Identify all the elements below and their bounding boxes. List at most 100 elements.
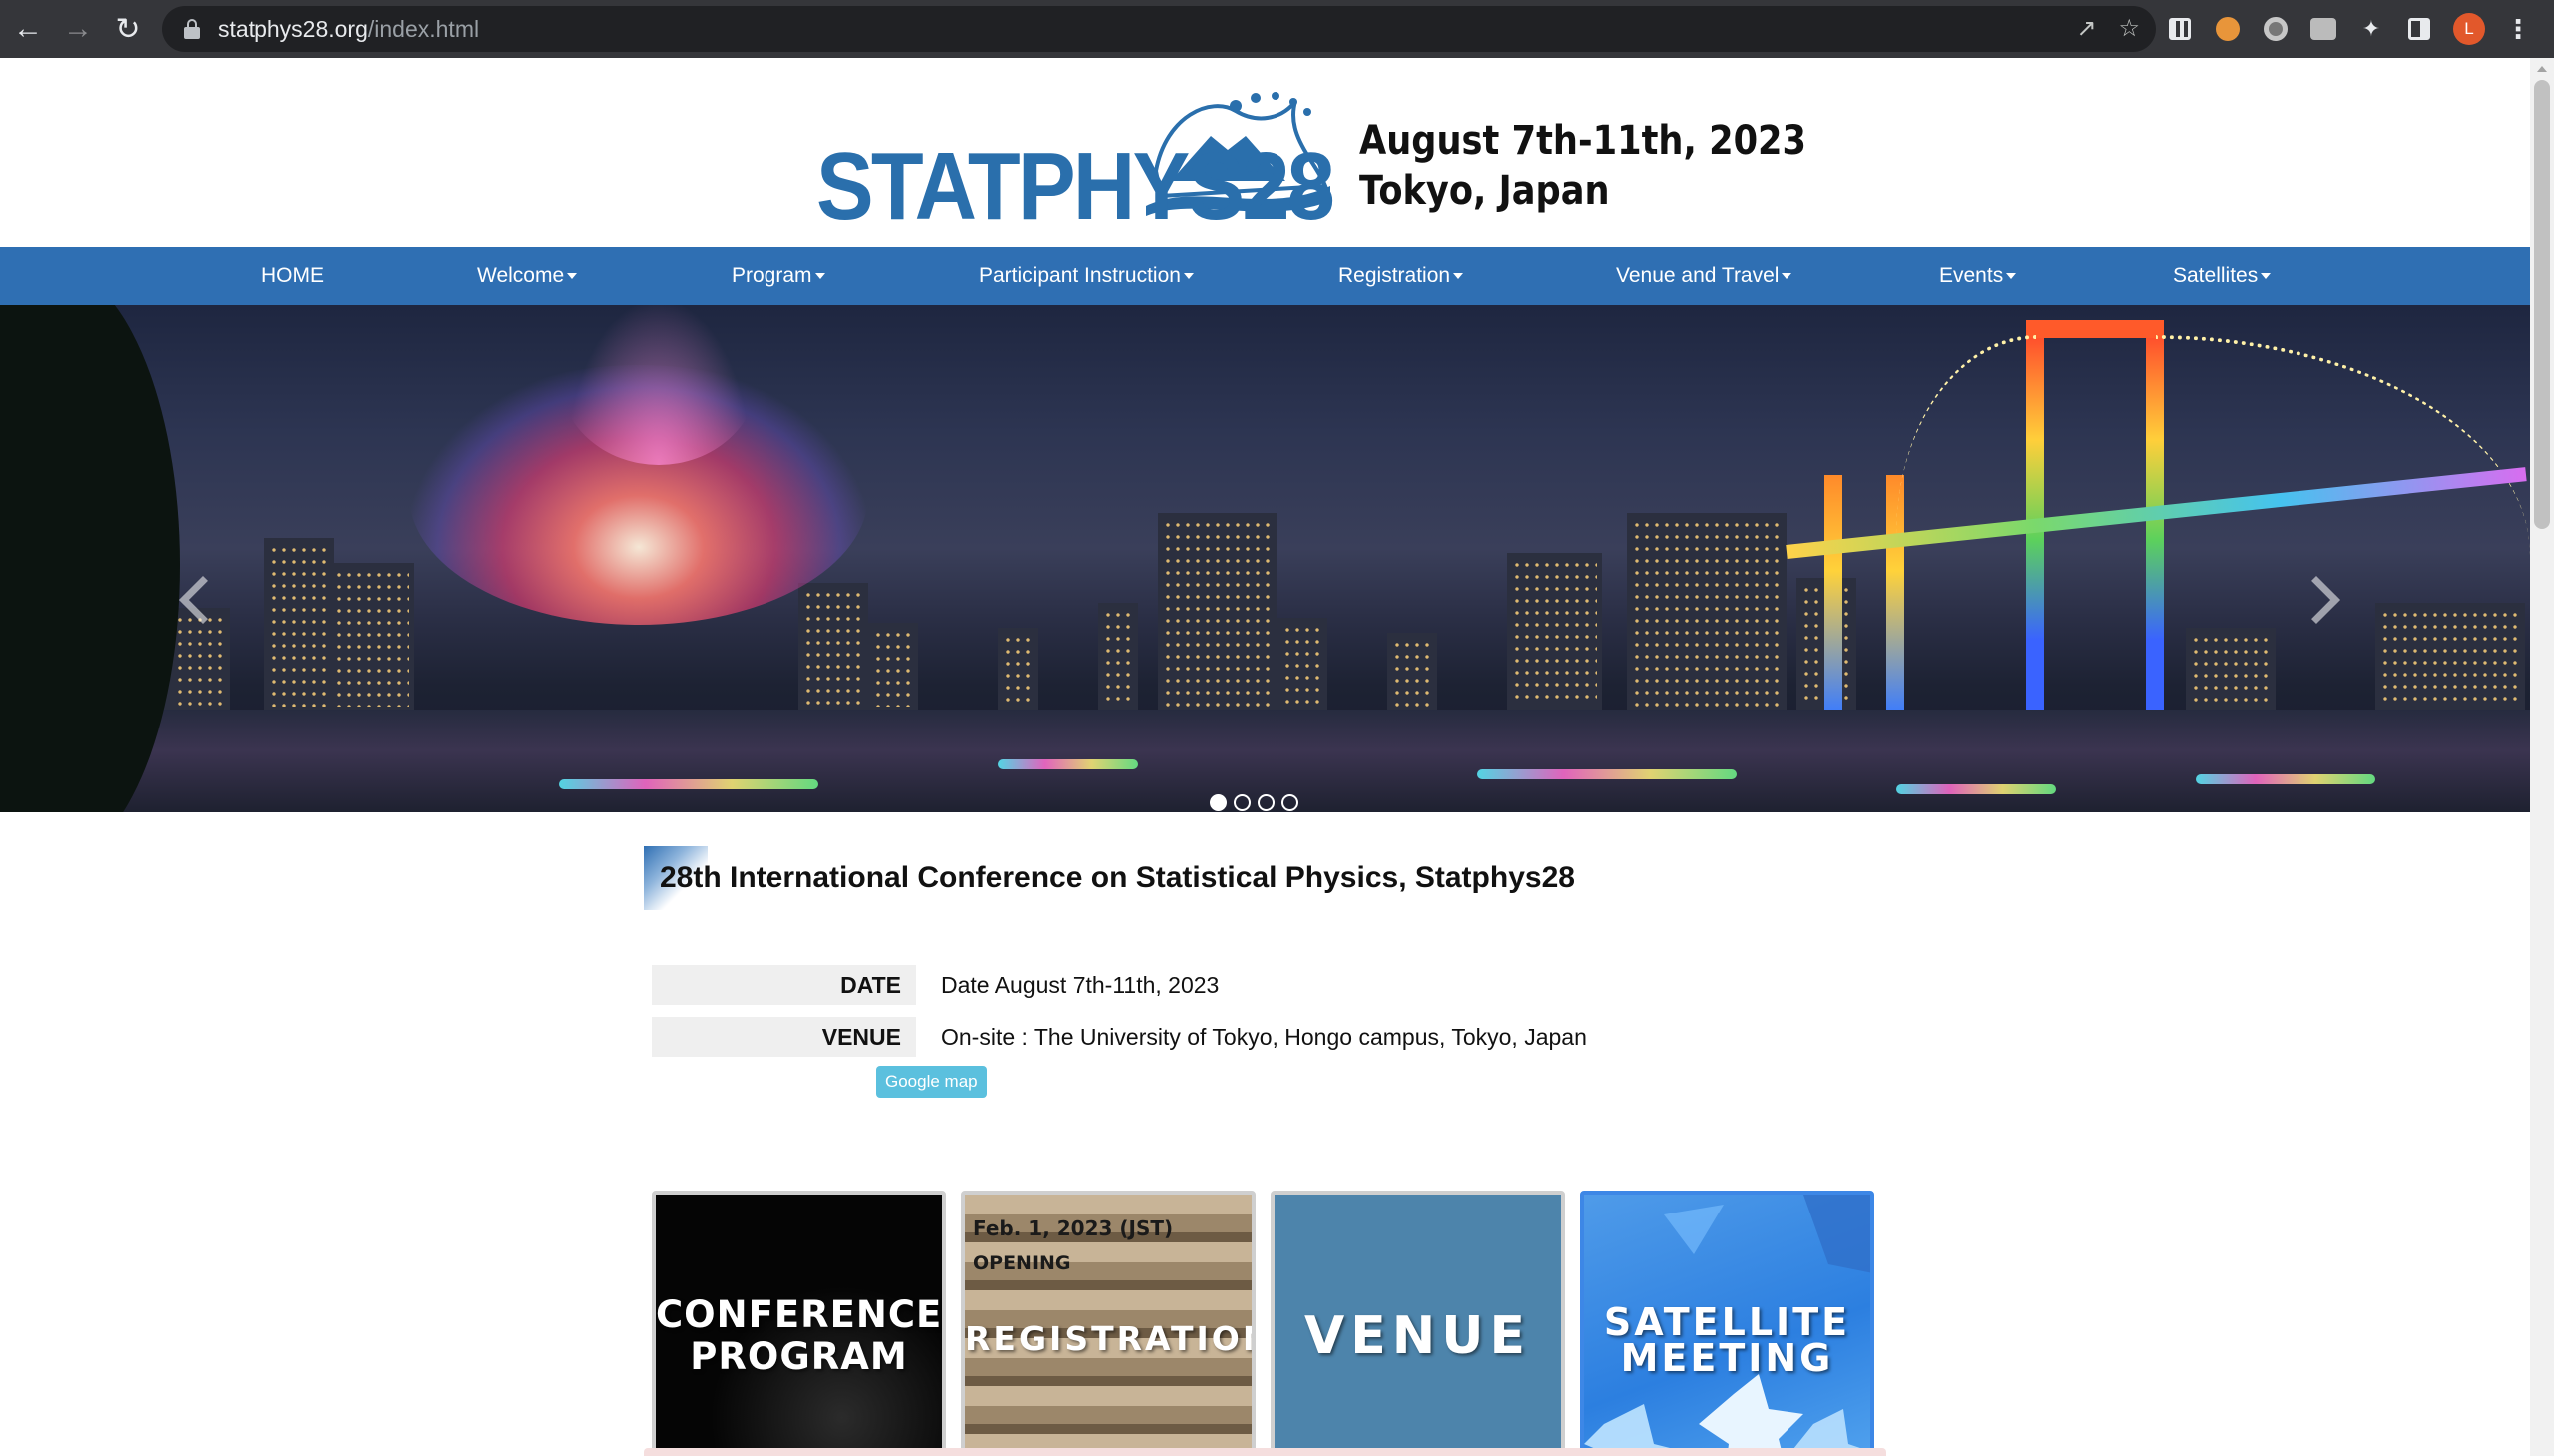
venue-tile-text: VENUE: [1303, 1306, 1532, 1366]
caret-down-icon: [1453, 273, 1464, 280]
date-label: DATE: [652, 965, 916, 1005]
next-section-edge: [644, 1448, 1886, 1456]
caret-down-icon: [1183, 273, 1194, 280]
nav-program-label: Program: [732, 264, 812, 287]
date-value: Date August 7th-11th, 2023: [941, 971, 1220, 998]
building: [2186, 628, 2276, 713]
lock-icon[interactable]: [184, 19, 200, 39]
bridge-cable: [1896, 335, 2036, 535]
url-host: statphys28.org: [218, 15, 368, 42]
browser-toolbar: ← → ↻ statphys28.org/index.html ↗ ☆ ✦ L …: [0, 0, 2554, 58]
building: [170, 608, 230, 713]
boat-lights: [2196, 774, 2375, 784]
statphys28-logo[interactable]: STATPHYS28: [816, 76, 1335, 240]
caret-down-icon: [1782, 273, 1792, 280]
program-tile-line1: CONFERENCE: [656, 1293, 943, 1336]
nav-venue-travel[interactable]: Venue and Travel: [1616, 247, 1792, 305]
boat-lights: [559, 779, 818, 789]
program-tile-text: CONFERENCE PROGRAM: [656, 1294, 942, 1378]
bookmark-star-icon[interactable]: ☆: [2118, 14, 2140, 43]
satellite-tile-line2: MEETING: [1620, 1336, 1834, 1380]
caret-down-icon: [2006, 273, 2017, 280]
back-button[interactable]: ←: [6, 7, 50, 51]
satellite-meeting-tile[interactable]: SATELLITE MEETING: [1580, 1191, 1874, 1456]
building: [998, 628, 1038, 713]
nav-events-label: Events: [1939, 264, 2004, 287]
venue-label: VENUE: [652, 1017, 916, 1057]
url-text[interactable]: statphys28.org/index.html: [218, 16, 479, 43]
side-panel-icon[interactable]: [2405, 15, 2433, 43]
page-title-text: 28th International Conference on Statist…: [660, 861, 1575, 894]
carousel-indicator-2[interactable]: [1234, 794, 1251, 811]
boat-lights: [1477, 769, 1737, 779]
reload-button[interactable]: ↻: [106, 7, 150, 51]
building: [1507, 553, 1602, 713]
hero-carousel[interactable]: [0, 305, 2530, 812]
site-header: STATPHYS28 August 7th-11th, 2023 Tokyo, …: [0, 58, 2530, 247]
nav-satellites-label: Satellites: [2173, 264, 2259, 287]
venue-row: VENUE On-site : The University of Tokyo,…: [652, 1017, 1587, 1057]
share-icon[interactable]: ↗: [2076, 14, 2096, 43]
logo-text: STATPHYS28: [816, 133, 1335, 240]
registration-date: Feb. 1, 2023 (JST): [973, 1216, 1174, 1240]
carousel-indicator-4[interactable]: [1281, 794, 1298, 811]
scroll-up-arrow-icon[interactable]: [2537, 66, 2547, 72]
nav-satellites[interactable]: Satellites: [2173, 247, 2272, 305]
venue-value: On-site : The University of Tokyo, Hongo…: [941, 1023, 1587, 1050]
circle-extension-icon[interactable]: [2262, 15, 2290, 43]
registration-tile-text: REGISTRATION: [965, 1319, 1256, 1358]
building: [1387, 633, 1437, 713]
building: [1627, 513, 1787, 713]
building: [798, 583, 868, 713]
carousel-indicator-3[interactable]: [1258, 794, 1275, 811]
nav-welcome[interactable]: Welcome: [477, 247, 578, 305]
building: [1277, 618, 1327, 713]
building: [264, 538, 334, 713]
carousel-indicators: [1210, 794, 1298, 811]
nav-events[interactable]: Events: [1939, 247, 2017, 305]
caret-down-icon: [2261, 273, 2272, 280]
glasses-extension-icon[interactable]: [2309, 15, 2337, 43]
nav-home-label: HOME: [261, 264, 324, 287]
qr-extension-icon[interactable]: [2166, 15, 2194, 43]
building: [2375, 603, 2525, 713]
header-event-info: August 7th-11th, 2023 Tokyo, Japan: [1359, 116, 1806, 216]
program-tile-line2: PROGRAM: [690, 1335, 908, 1378]
url-path: /index.html: [367, 15, 480, 42]
forward-button[interactable]: →: [56, 7, 100, 51]
nav-participant-instruction[interactable]: Participant Instruction: [979, 247, 1194, 305]
conference-program-tile[interactable]: CONFERENCE PROGRAM: [652, 1191, 946, 1456]
nav-home[interactable]: HOME: [261, 247, 324, 305]
web-page: STATPHYS28 August 7th-11th, 2023 Tokyo, …: [0, 58, 2530, 1456]
vertical-scrollbar[interactable]: [2530, 58, 2554, 1456]
cookie-extension-icon[interactable]: [2214, 15, 2242, 43]
feature-tiles: CONFERENCE PROGRAM Feb. 1, 2023 (JST) OP…: [652, 1191, 1894, 1456]
profile-avatar[interactable]: L: [2453, 13, 2485, 45]
bridge-crossbeam: [2026, 320, 2164, 338]
nav-welcome-label: Welcome: [477, 264, 565, 287]
bridge-cable: [2156, 335, 2530, 555]
scrollbar-thumb[interactable]: [2534, 80, 2550, 529]
carousel-next-icon[interactable]: [2292, 575, 2341, 625]
nav-participant-instruction-label: Participant Instruction: [979, 264, 1181, 287]
nav-registration[interactable]: Registration: [1338, 247, 1464, 305]
boat-lights: [1896, 784, 2056, 794]
registration-opening: OPENING: [973, 1252, 1071, 1274]
puzzle-extensions-icon[interactable]: ✦: [2357, 15, 2385, 43]
nav-registration-label: Registration: [1338, 264, 1451, 287]
building: [329, 563, 414, 713]
header-date: August 7th-11th, 2023: [1359, 118, 1807, 164]
building: [1158, 513, 1277, 713]
carousel-indicator-1[interactable]: [1210, 794, 1227, 811]
date-row: DATE Date August 7th-11th, 2023: [652, 965, 1219, 1005]
venue-tile[interactable]: VENUE: [1271, 1191, 1565, 1456]
building: [1098, 603, 1138, 713]
satellite-tile-line1: SATELLITE: [1603, 1300, 1851, 1344]
google-map-button[interactable]: Google map: [876, 1066, 987, 1098]
browser-menu-icon[interactable]: ⋮: [2505, 14, 2531, 45]
main-nav: HOME Welcome Program Participant Instruc…: [0, 247, 2530, 305]
registration-tile[interactable]: Feb. 1, 2023 (JST) OPENING REGISTRATION: [961, 1191, 1256, 1456]
nav-program[interactable]: Program: [732, 247, 825, 305]
header-place: Tokyo, Japan: [1359, 168, 1610, 214]
address-bar[interactable]: statphys28.org/index.html ↗ ☆: [162, 6, 2156, 52]
